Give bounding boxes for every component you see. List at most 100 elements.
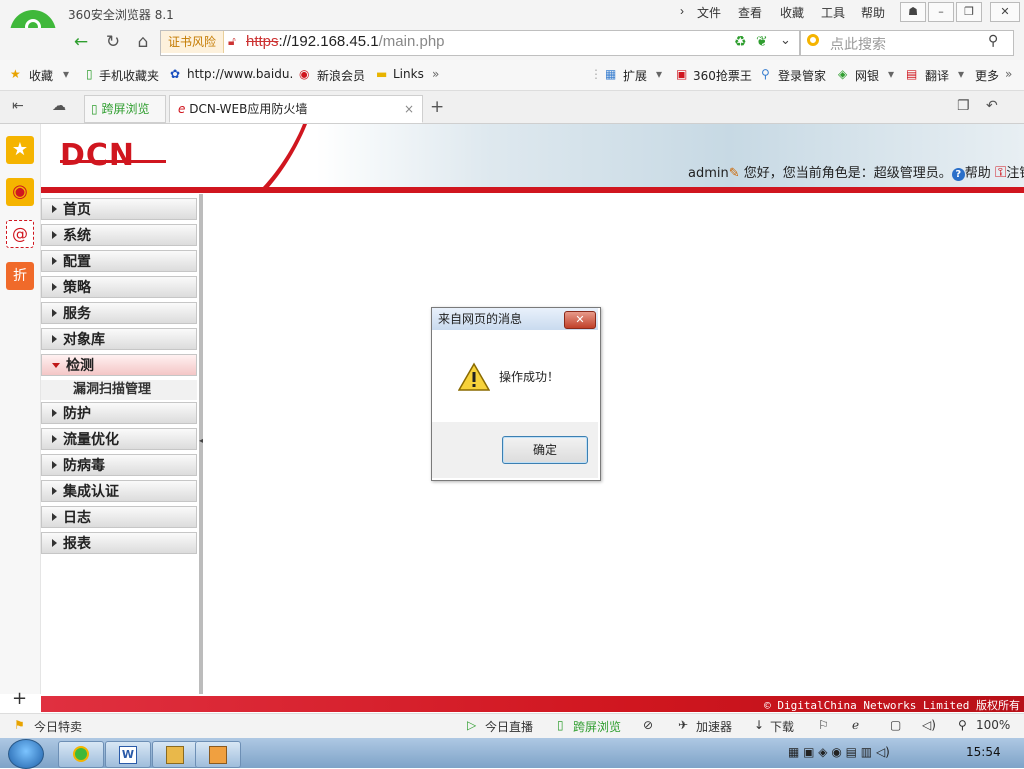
bookmark-favorites[interactable]: 收藏	[29, 67, 53, 84]
discount-icon[interactable]: 折	[6, 262, 34, 290]
flag-icon[interactable]: ⚐	[818, 718, 829, 732]
maximize-button[interactable]: ❐	[956, 2, 982, 22]
browser-app-icon	[73, 746, 89, 762]
add-sidebar-icon[interactable]: +	[12, 688, 27, 709]
bookmark-sina[interactable]: 新浪会员	[317, 67, 365, 84]
toolbar-login[interactable]: 登录管家	[778, 67, 826, 84]
zoom-icon[interactable]: ⚲	[958, 718, 967, 732]
weibo-icon[interactable]: ◉	[6, 178, 34, 206]
caret-right-icon	[52, 409, 57, 417]
toolbar-bank[interactable]: 网银	[855, 67, 879, 84]
menu-item-objects[interactable]: 对象库	[41, 328, 197, 350]
star-icon: ★	[10, 67, 21, 81]
status-live[interactable]: 今日直播	[485, 718, 533, 735]
home-icon[interactable]: ⌂	[130, 29, 156, 55]
menu-item-antivirus[interactable]: 防病毒	[41, 454, 197, 476]
menu-view[interactable]: 查看	[738, 4, 762, 21]
menu-item-service[interactable]: 服务	[41, 302, 197, 324]
tab-list-icon[interactable]: ❐	[957, 98, 970, 114]
minimize-button[interactable]: –	[928, 2, 954, 22]
toolbar-more[interactable]: 更多	[975, 67, 999, 84]
status-download[interactable]: 下载	[770, 718, 794, 735]
taskbar-browser[interactable]	[58, 741, 104, 768]
bookmark-baidu[interactable]: http://www.baidu.	[187, 67, 293, 81]
taskbar-app4[interactable]	[195, 741, 241, 768]
extensions-icon: ▦	[605, 67, 617, 81]
toolbar-translate[interactable]: 翻译	[925, 67, 949, 84]
caret-right-icon	[52, 461, 57, 469]
tab-dcn-waf[interactable]: e DCN-WEB应用防火墙 ×	[169, 95, 423, 123]
volume-icon[interactable]: ◁)	[922, 718, 936, 732]
menu-item-home[interactable]: 首页	[41, 198, 197, 220]
bookmark-links[interactable]: Links	[393, 67, 424, 81]
undo-close-icon[interactable]: ↶	[986, 98, 998, 114]
menu-item-auth[interactable]: 集成认证	[41, 480, 197, 502]
favorites-star-icon[interactable]: ★	[6, 136, 34, 164]
menu-item-protection[interactable]: 防护	[41, 402, 197, 424]
shield-refresh-icon[interactable]: ♻	[734, 34, 747, 50]
menu-item-label: 集成认证	[63, 484, 119, 500]
taskbar-word[interactable]: W	[105, 741, 151, 768]
menu-item-system[interactable]: 系统	[41, 224, 197, 246]
back-arrow-icon[interactable]: ←	[68, 29, 94, 55]
window-icon[interactable]: ▢	[890, 718, 901, 732]
ie-mode-icon[interactable]: ℯ	[852, 718, 859, 732]
url-text[interactable]: https://192.168.45.1/main.php	[246, 33, 445, 50]
new-tab-icon[interactable]: +	[430, 97, 444, 117]
tray-icons: ▦ ▣ ◈ ◉ ▤ ▥ ◁)	[788, 745, 890, 759]
menu-favorites[interactable]: 收藏	[780, 4, 804, 21]
caret-right-icon	[52, 205, 57, 213]
snapshot-icon[interactable]: ⊘	[643, 718, 653, 732]
search-icon[interactable]: ⚲	[988, 33, 998, 49]
menu-file[interactable]: 文件	[697, 4, 721, 21]
close-tab-icon[interactable]: ×	[404, 96, 414, 122]
more-chevrons-icon[interactable]: »	[1005, 67, 1012, 81]
toolbar-extensions[interactable]: 扩展	[623, 67, 647, 84]
taskbar-app3[interactable]	[152, 741, 198, 768]
tab-crossscreen[interactable]: ▯ 跨屏浏览	[84, 95, 166, 123]
status-accelerator[interactable]: 加速器	[696, 718, 732, 735]
edit-icon[interactable]: ✎	[729, 166, 740, 181]
toolbar-ticket[interactable]: 360抢票王	[693, 67, 752, 84]
bookmark-mobile[interactable]: 手机收藏夹	[99, 67, 159, 84]
caret-down-icon[interactable]: ▾	[958, 67, 964, 81]
refresh-icon[interactable]: ↻	[100, 29, 126, 55]
key-icon[interactable]: ⚿	[995, 163, 1006, 181]
menu-item-policy[interactable]: 策略	[41, 276, 197, 298]
caret-down-icon[interactable]: ▾	[888, 67, 894, 81]
chevron-down-icon[interactable]: ⌄	[780, 33, 791, 48]
status-deals[interactable]: 今日特卖	[34, 718, 82, 735]
status-crossscreen[interactable]: 跨屏浏览	[573, 718, 621, 735]
menu-item-logs[interactable]: 日志	[41, 506, 197, 528]
dialog-close-button[interactable]: ✕	[564, 311, 596, 329]
menu-tools[interactable]: 工具	[821, 4, 845, 21]
status-zoom[interactable]: 100%	[976, 718, 1010, 732]
caret-right-icon	[52, 335, 57, 343]
sidebar-toggle-icon[interactable]: ⇤	[12, 98, 24, 114]
gift-icon: ⚑	[14, 718, 25, 732]
search-engine-icon[interactable]	[807, 34, 819, 46]
start-button[interactable]	[8, 739, 44, 769]
cloud-icon[interactable]: ☁	[52, 98, 66, 114]
menu-item-config[interactable]: 配置	[41, 250, 197, 272]
submenu-vuln-scan[interactable]: 漏洞扫描管理	[41, 380, 197, 400]
email-icon[interactable]: @	[6, 220, 34, 248]
close-window-button[interactable]: ✕	[990, 2, 1020, 22]
collapse-arrow-icon[interactable]: ◂	[199, 436, 203, 445]
menu-help[interactable]: 帮助	[861, 4, 885, 21]
ie-icon: e	[178, 102, 186, 116]
cert-warning-badge[interactable]: 证书风险	[161, 31, 224, 53]
more-chevrons-icon[interactable]: »	[432, 67, 439, 81]
help-link[interactable]: 帮助	[965, 166, 991, 181]
logout-link[interactable]: 注销	[1006, 166, 1024, 181]
leaf-icon[interactable]: ❦	[756, 34, 768, 50]
caret-down-icon[interactable]: ▾	[656, 67, 662, 81]
menu-item-detection[interactable]: 检测	[41, 354, 197, 376]
caret-down-icon[interactable]: ▾	[63, 67, 69, 81]
help-icon[interactable]: ?	[951, 168, 965, 181]
menu-item-traffic[interactable]: 流量优化	[41, 428, 197, 450]
clock[interactable]: 15:54	[966, 745, 1001, 759]
ok-button[interactable]: 确定	[502, 436, 588, 464]
skin-button[interactable]: ☗	[900, 2, 926, 22]
menu-item-reports[interactable]: 报表	[41, 532, 197, 554]
